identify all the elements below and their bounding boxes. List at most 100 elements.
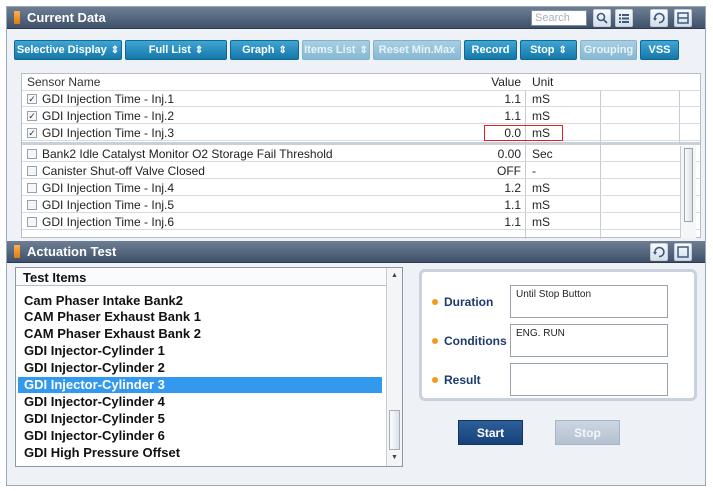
sensor-name-header[interactable]: Sensor Name [27,75,100,89]
duration-label: Duration [432,295,493,309]
list-item[interactable]: Cam Phaser Intake Bank2 [18,293,382,309]
bullet-icon [432,299,438,305]
list-item-selected[interactable]: GDI Injector-Cylinder 3 [18,377,382,393]
list-view-icon[interactable] [615,9,633,27]
unit-header[interactable]: Unit [529,75,599,89]
zoom-icon[interactable] [593,9,611,27]
row-checkbox[interactable]: ✓ [27,94,37,104]
row-checkbox[interactable] [27,200,37,210]
sensor-value: 1.1 [504,109,521,123]
bullet-icon [432,377,438,383]
list-scrollbar[interactable]: ▲ ▼ [386,268,402,466]
row-checkbox[interactable] [27,149,37,159]
sensor-unit: mS [532,181,550,195]
row-checkbox[interactable]: ✓ [27,111,37,121]
selective-display-button[interactable]: Selective Display ⇕ [14,40,122,60]
panel-icon[interactable] [674,9,692,27]
graph-button[interactable]: Graph ⇕ [230,40,299,60]
list-item[interactable]: GDI Injector-Cylinder 6 [18,428,382,444]
stop-test-button[interactable]: Stop [555,420,620,445]
spinner-icon: ⇕ [110,45,120,56]
table-row[interactable]: ✓ GDI Injection Time - Inj.2 1.1 mS [22,108,700,124]
list-item[interactable]: GDI Injector-Cylinder 2 [18,360,382,376]
table-row[interactable]: GDI Injection Time - Inj.6 1.1 mS [22,214,700,230]
sensor-unit: mS [532,215,550,229]
sensor-name: GDI Injection Time - Inj.5 [42,198,175,212]
items-list-button[interactable]: Items List ⇕ [302,40,370,60]
sensor-unit: mS [532,92,550,106]
spinner-icon: ⇕ [359,45,368,56]
highlight-outline [484,125,563,141]
scroll-up-icon[interactable]: ▲ [391,272,398,279]
sensor-name: GDI Injection Time - Inj.4 [42,181,175,195]
sensor-value: 1.2 [504,181,521,195]
conditions-label: Conditions [432,334,507,348]
reset-min-max-button[interactable]: Reset Min.Max [373,40,461,60]
sensor-name: Canister Shut-off Valve Closed [42,164,205,178]
grid-header-row: Sensor Name Value Unit [22,74,700,91]
grid-scrollbar[interactable] [680,146,696,238]
test-info-panel: Duration Until Stop Button Conditions EN… [419,269,697,401]
spinner-icon: ⇕ [278,45,287,56]
sensor-value: 1.1 [504,198,521,212]
grouping-button[interactable]: Grouping [580,40,637,60]
actuation-titlebar: Actuation Test [7,241,705,263]
table-row[interactable]: ✓ GDI Injection Time - Inj.1 1.1 mS [22,91,700,107]
list-item[interactable]: GDI High Pressure Offset [18,445,382,461]
result-label: Result [432,373,481,387]
row-checkbox[interactable] [27,166,37,176]
list-scroll-thumb[interactable] [389,410,400,450]
duration-field: Until Stop Button [510,285,668,318]
full-list-button[interactable]: Full List ⇕ [125,40,227,60]
vss-button[interactable]: VSS [640,40,679,60]
sensor-name: GDI Injection Time - Inj.1 [42,92,175,106]
grid-separator [22,142,700,145]
current-data-title: Current Data [27,10,106,25]
row-checkbox[interactable]: ✓ [27,128,37,138]
value-header[interactable]: Value [417,75,525,89]
list-item[interactable]: CAM Phaser Exhaust Bank 2 [18,326,382,342]
test-items-list: Test Items Cam Phaser Intake Bank2 CAM P… [15,267,403,467]
list-item[interactable]: GDI Injector-Cylinder 4 [18,394,382,410]
row-checkbox[interactable] [27,217,37,227]
table-row[interactable]: Canister Shut-off Valve Closed OFF - [22,163,700,179]
sensor-value: 1.1 [504,92,521,106]
current-data-titlebar: Current Data Search [7,7,705,29]
panel-icon[interactable] [674,243,692,261]
scroll-down-icon[interactable]: ▼ [391,454,398,461]
current-data-toolbar: Selective Display ⇕ Full List ⇕ Graph ⇕ Ite… [7,30,705,66]
retry-icon[interactable] [650,9,668,27]
sensor-value: 0.00 [497,147,521,161]
test-items-header: Test Items [16,268,402,286]
section-flag-icon [14,245,20,258]
table-row[interactable]: GDI Injection Time - Inj.5 1.1 mS [22,197,700,213]
bullet-icon [432,338,438,344]
sensor-unit: mS [532,198,550,212]
grid-scroll-thumb[interactable] [684,148,693,222]
table-row[interactable]: ✓ GDI Injection Time - Inj.3 0.0 mS [22,125,700,141]
table-row[interactable]: Bank2 Idle Catalyst Monitor O2 Storage F… [22,146,700,162]
sensor-name: Bank2 Idle Catalyst Monitor O2 Storage F… [42,147,333,161]
result-field [510,363,668,396]
list-item[interactable]: GDI Injector-Cylinder 1 [18,343,382,359]
row-checkbox[interactable] [27,183,37,193]
sensor-name: GDI Injection Time - Inj.6 [42,215,175,229]
app-window: Current Data Search Selective Display ⇕ F… [6,6,706,486]
start-button[interactable]: Start [458,420,523,445]
conditions-field: ENG. RUN [510,324,668,357]
record-button[interactable]: Record [464,40,517,60]
retry-icon[interactable] [650,243,668,261]
sensor-data-grid: Sensor Name Value Unit ✓ GDI Injection T… [21,73,701,239]
section-flag-icon [14,11,20,24]
spinner-icon: ⇕ [558,45,567,56]
actuation-title: Actuation Test [27,244,117,259]
search-input[interactable]: Search [531,10,587,26]
stop-button[interactable]: Stop ⇕ [520,40,577,60]
sensor-value: 1.1 [504,215,521,229]
list-item[interactable]: CAM Phaser Exhaust Bank 1 [18,309,382,325]
sensor-unit: Sec [532,147,553,161]
sensor-name: GDI Injection Time - Inj.2 [42,109,175,123]
sensor-value: OFF [497,164,521,178]
list-item[interactable]: GDI Injector-Cylinder 5 [18,411,382,427]
table-row[interactable]: GDI Injection Time - Inj.4 1.2 mS [22,180,700,196]
